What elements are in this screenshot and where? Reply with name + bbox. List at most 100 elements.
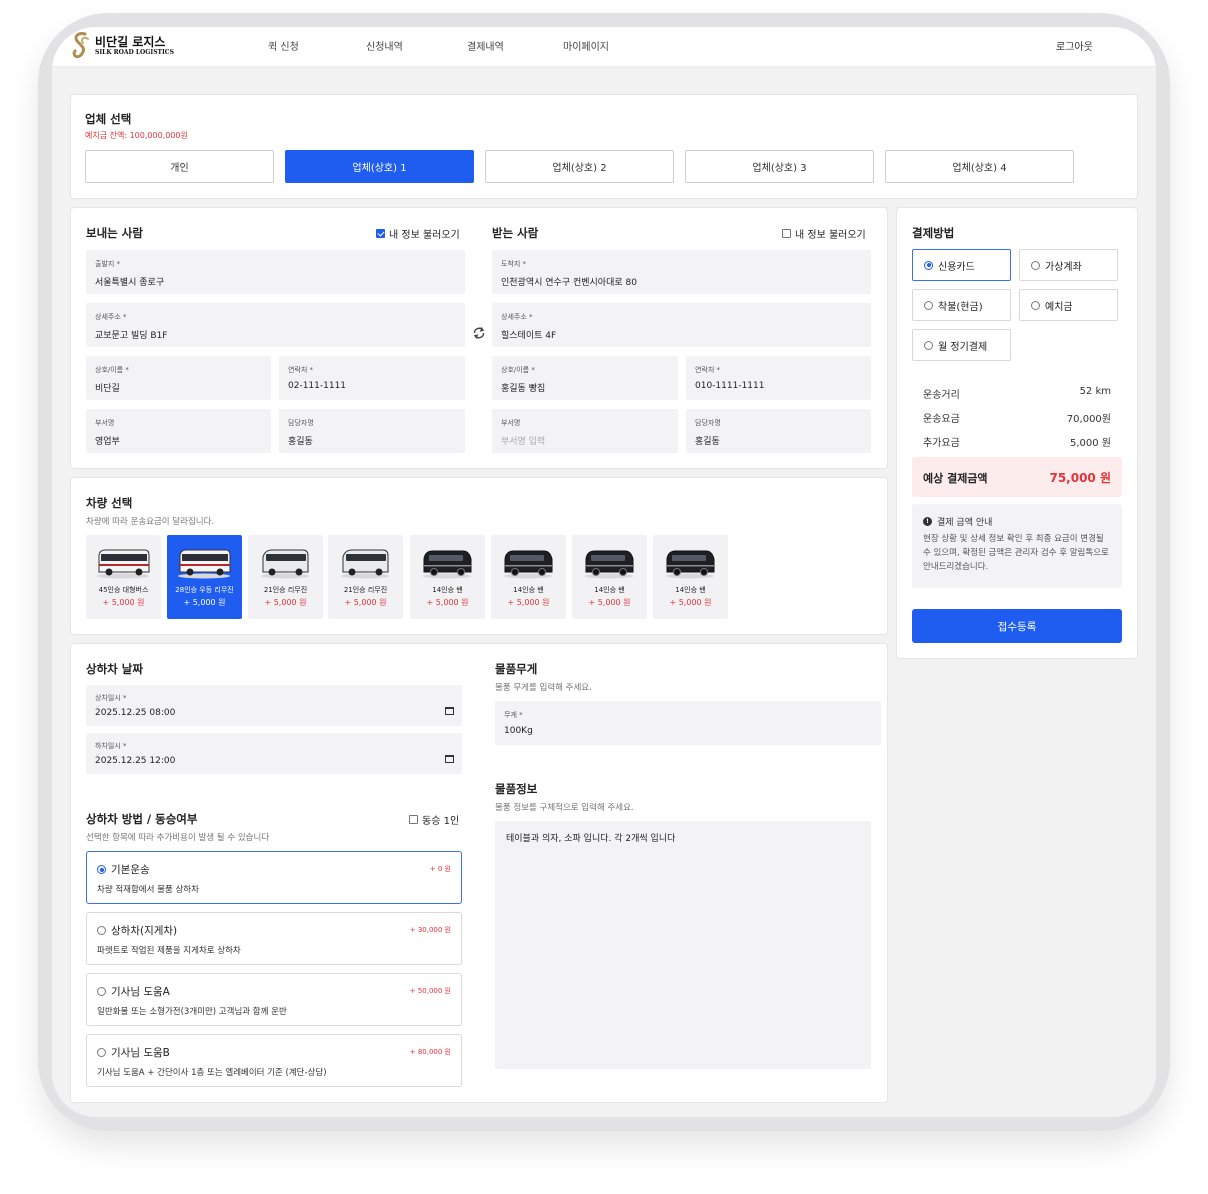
vehicle-name: 14인승 밴: [432, 586, 463, 594]
receiver-address-detail-field[interactable]: 상세주소 * 힐스테이트 4F: [492, 303, 871, 347]
receiver-destination-field[interactable]: 도착지 * 인천광역시 연수구 컨벤시아대로 80: [492, 250, 871, 294]
vehicle-select-card: 차량 선택 차량에 따라 운송요금이 달라집니다. 45인승 대형버스 + 5,0…: [70, 477, 888, 635]
company-option-1[interactable]: 업체(상호) 1: [285, 150, 474, 183]
vehicle-option[interactable]: 21인승 리무진 + 5,000 원: [328, 535, 403, 619]
option-price: + 0 원: [429, 865, 451, 873]
sender-manager-field[interactable]: 담당자명 홍길동: [279, 409, 465, 453]
weight-field[interactable]: 무게 * 100Kg: [495, 701, 881, 745]
vehicle-subtitle: 차량에 따라 운송요금이 달라집니다.: [86, 517, 215, 527]
app-screen: 비단길 로지스 SILK ROAD LOGISTICS 퀵 신청 신청내역 결제…: [52, 27, 1156, 1117]
pay-method-monthly[interactable]: 월 정기결제: [912, 329, 1011, 361]
receiver-phone-field[interactable]: 연락처 * 010-1111-1111: [686, 356, 871, 400]
field-value: 100Kg: [504, 726, 533, 736]
vehicle-option[interactable]: 14인승 밴 + 5,000 원: [572, 535, 647, 619]
nav-payment-history[interactable]: 결제내역: [467, 38, 504, 53]
company-select-card: 업체 선택 예치금 잔액: 100,000,000원 개인 업체(상호) 1 업…: [70, 94, 1138, 199]
checkbox-checked-icon: [376, 229, 385, 238]
vehicle-option[interactable]: 28인승 우등 리무진 + 5,000 원: [167, 535, 242, 619]
brand-logo[interactable]: 비단길 로지스 SILK ROAD LOGISTICS: [70, 31, 180, 59]
company-option-2[interactable]: 업체(상호) 2: [485, 150, 674, 183]
goods-subtitle: 물품 정보를 구체적으로 입력해 주세요.: [495, 803, 634, 813]
nav-mypage[interactable]: 마이페이지: [563, 38, 609, 53]
method-title: 상하차 방법 / 동승여부: [86, 812, 198, 826]
total-label: 예상 결제금액: [923, 472, 988, 485]
vehicle-price: + 5,000 원: [183, 598, 226, 607]
receiver-department-field[interactable]: 부서명 부서명 입력: [492, 409, 678, 453]
method-option-driver-help-b[interactable]: 기사님 도움B + 80,000 원 기사님 도움A + 간단이사 1층 또는 …: [86, 1034, 462, 1087]
vehicle-price: + 5,000 원: [507, 598, 550, 607]
field-label: 상차일시 *: [95, 694, 127, 702]
unload-datetime-field[interactable]: 하차일시 * 2025.12.25 12:00: [86, 733, 462, 774]
summary-label: 운송거리: [923, 390, 960, 401]
weight-subtitle: 물품 무게를 입력해 주세요.: [495, 683, 592, 693]
pay-method-label: 예치금: [1045, 301, 1073, 313]
submit-button[interactable]: 접수등록: [912, 609, 1122, 643]
company-option-3[interactable]: 업체(상호) 3: [685, 150, 874, 183]
option-name: 상하차(지게차): [111, 925, 178, 937]
load-datetime-field[interactable]: 상차일시 * 2025.12.25 08:00: [86, 685, 462, 726]
field-value: 홍길동: [288, 437, 313, 447]
sender-name-field[interactable]: 상호/이름 * 비단길: [86, 356, 271, 400]
field-label: 연락처 *: [288, 366, 314, 374]
method-option-forklift[interactable]: 상하차(지게차) + 30,000 원 파렛트로 작업된 제품을 지게차로 상하…: [86, 912, 462, 965]
vehicle-option[interactable]: 14인승 밴 + 5,000 원: [410, 535, 485, 619]
sender-origin-field[interactable]: 출발지 * 서울특별시 종로구: [86, 250, 465, 294]
field-label: 무게 *: [504, 711, 523, 719]
nav-quick-request[interactable]: 퀵 신청: [268, 38, 299, 53]
company-option-personal[interactable]: 개인: [85, 150, 274, 183]
field-label: 담당자명: [288, 419, 314, 427]
logout-link[interactable]: 로그아웃: [1056, 38, 1093, 53]
sender-load-info-checkbox[interactable]: 내 정보 불러오기: [376, 226, 460, 241]
vehicle-option[interactable]: 21인승 리무진 + 5,000 원: [248, 535, 323, 619]
receiver-load-info-checkbox[interactable]: 내 정보 불러오기: [782, 226, 866, 241]
estimated-total: 예상 결제금액 75,000 원: [912, 457, 1122, 497]
field-placeholder: 부서명 입력: [501, 437, 546, 447]
vehicle-price: + 5,000 원: [344, 598, 387, 607]
vehicle-price: + 5,000 원: [588, 598, 631, 607]
swap-icon[interactable]: [472, 326, 486, 340]
brand-name-ko: 비단길 로지스: [95, 35, 166, 49]
summary-value: 52 km: [1079, 386, 1111, 397]
vehicle-option[interactable]: 14인승 밴 + 5,000 원: [491, 535, 566, 619]
vehicle-price: + 5,000 원: [669, 598, 712, 607]
field-value: 서울특별시 종로구: [95, 278, 165, 288]
calendar-icon[interactable]: [445, 755, 454, 763]
sender-title: 보내는 사람: [86, 226, 143, 240]
vehicle-title: 차량 선택: [86, 496, 133, 510]
sender-department-field[interactable]: 부서명 영업부: [86, 409, 271, 453]
sender-phone-field[interactable]: 연락처 * 02-111-1111: [279, 356, 465, 400]
field-value: 인천광역시 연수구 컨벤시아대로 80: [501, 278, 637, 288]
sender-address-detail-field[interactable]: 상세주소 * 교보문고 빌딩 B1F: [86, 303, 465, 347]
goods-info-textarea[interactable]: 테이블과 의자, 소파 입니다. 각 2개씩 입니다: [495, 821, 871, 1069]
pay-method-label: 착불(현금): [938, 301, 983, 313]
field-value: 010-1111-1111: [695, 381, 765, 391]
vehicle-option[interactable]: 45인승 대형버스 + 5,000 원: [86, 535, 161, 619]
sender-load-info-label: 내 정보 불러오기: [389, 230, 460, 241]
total-value: 75,000 원: [1049, 471, 1111, 485]
nav-request-history[interactable]: 신청내역: [366, 38, 403, 53]
radio-unselected-icon: [1031, 300, 1040, 310]
method-option-basic[interactable]: 기본운송 + 0 원 차량 적재함에서 물품 상하차: [86, 851, 462, 904]
option-desc: 일반화물 또는 소형가전(3개미만) 고객님과 함께 운반: [97, 1007, 287, 1017]
receiver-manager-field[interactable]: 담당자명 홍길동: [686, 409, 871, 453]
pay-method-virtual-account[interactable]: 가상계좌: [1019, 249, 1118, 281]
radio-unselected-icon: [97, 926, 106, 935]
method-subtitle: 선택한 항목에 따라 추가비용이 발생 될 수 있습니다: [86, 833, 270, 843]
pay-method-credit-card[interactable]: 신용카드: [912, 249, 1011, 281]
option-desc: 기사님 도움A + 간단이사 1층 또는 엘레베이터 기준 (계단-상담): [97, 1068, 327, 1078]
pay-method-cod-cash[interactable]: 착불(현금): [912, 289, 1011, 321]
pay-method-deposit[interactable]: 예치금: [1019, 289, 1118, 321]
field-label: 부서명: [501, 419, 521, 427]
receiver-name-field[interactable]: 상호/이름 * 홍길동 빵집: [492, 356, 678, 400]
vehicle-option[interactable]: 14인승 밴 + 5,000 원: [653, 535, 728, 619]
payment-title: 결제방법: [912, 226, 955, 240]
option-price: + 50,000 원: [409, 987, 451, 995]
field-value: 힐스테이트 4F: [501, 331, 557, 341]
calendar-icon[interactable]: [445, 707, 454, 715]
notice-body: 현장 상황 및 상세 정보 확인 후 최종 요금이 변경될 수 있으며, 확정된…: [923, 534, 1109, 572]
ride-along-checkbox[interactable]: 동승 1인: [409, 812, 459, 827]
method-option-driver-help-a[interactable]: 기사님 도움A + 50,000 원 일반화물 또는 소형가전(3개미만) 고객…: [86, 973, 462, 1026]
company-option-4[interactable]: 업체(상호) 4: [885, 150, 1074, 183]
vehicle-name: 14인승 밴: [513, 586, 544, 594]
option-name: 기본운송: [111, 864, 150, 876]
